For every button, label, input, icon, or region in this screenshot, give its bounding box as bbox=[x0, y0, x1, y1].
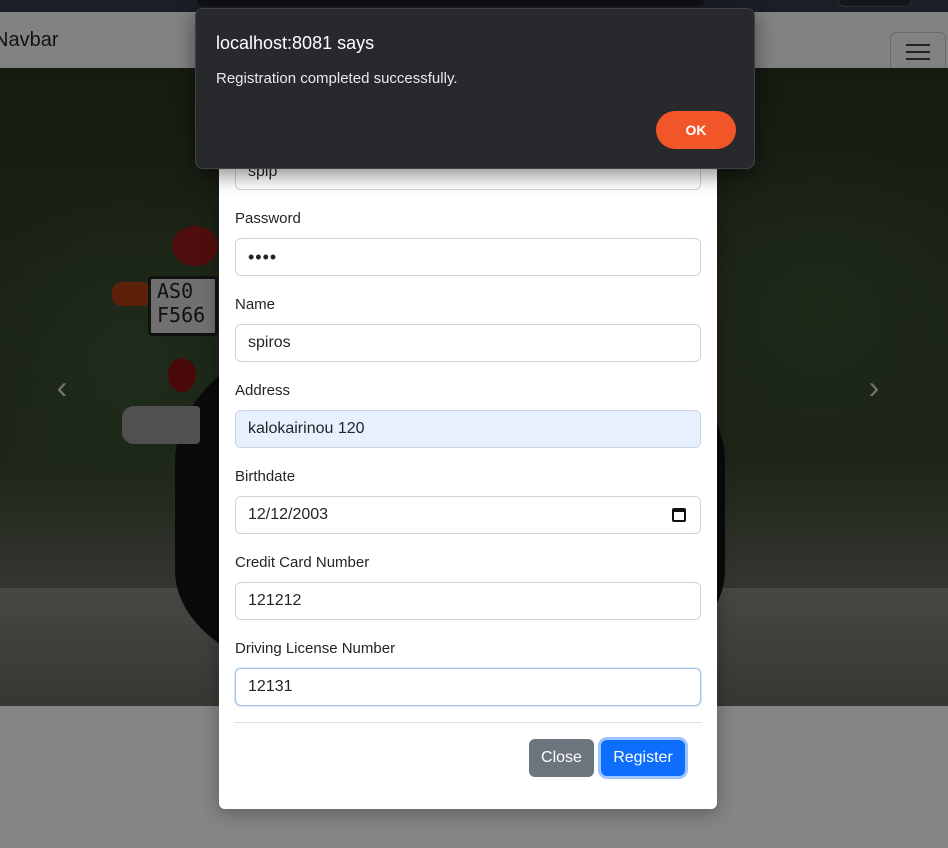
browser-alert-dialog: localhost:8081 says Registration complet… bbox=[195, 8, 755, 169]
registration-modal: spip Password •••• Name spiros Address k… bbox=[219, 120, 717, 809]
address-field[interactable]: kalokairinou 120 bbox=[235, 410, 701, 448]
alert-message: Registration completed successfully. bbox=[216, 70, 458, 87]
calendar-icon[interactable] bbox=[672, 508, 686, 522]
register-button[interactable]: Register bbox=[601, 740, 685, 776]
alert-ok-button[interactable]: OK bbox=[656, 111, 736, 149]
birthdate-label: Birthdate bbox=[235, 468, 296, 485]
birthdate-field[interactable]: 12/12/2003 bbox=[235, 496, 701, 534]
password-field[interactable]: •••• bbox=[235, 238, 701, 276]
credit-card-field[interactable]: 121212 bbox=[235, 582, 701, 620]
password-label: Password bbox=[235, 210, 301, 227]
credit-card-label: Credit Card Number bbox=[235, 554, 370, 571]
modal-footer-divider bbox=[234, 722, 702, 723]
address-label: Address bbox=[235, 382, 291, 399]
close-button[interactable]: Close bbox=[529, 739, 594, 777]
driving-license-field[interactable]: 12131 bbox=[235, 668, 701, 706]
alert-title: localhost:8081 says bbox=[216, 33, 375, 53]
driving-license-label: Driving License Number bbox=[235, 640, 396, 657]
name-label: Name bbox=[235, 296, 276, 313]
birthdate-value: 12/12/2003 bbox=[248, 506, 329, 523]
name-field[interactable]: spiros bbox=[235, 324, 701, 362]
